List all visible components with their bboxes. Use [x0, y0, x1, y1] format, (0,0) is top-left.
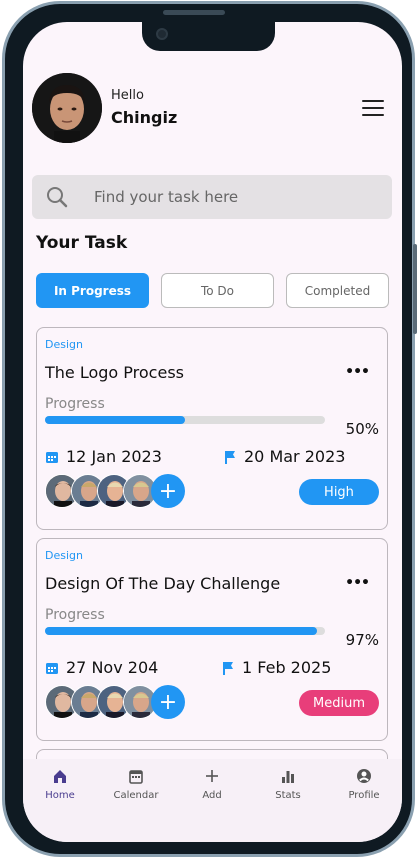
nav-label: Add — [202, 790, 222, 801]
priority-badge: Medium — [299, 690, 379, 716]
avatar[interactable] — [32, 73, 102, 143]
section-title: Your Task — [36, 233, 128, 253]
progress-percent: 97% — [345, 631, 379, 649]
greeting-text: Hello — [111, 88, 144, 103]
speaker-grille — [163, 10, 225, 15]
start-date-text: 27 Nov 204 — [66, 658, 159, 677]
add-assignee-button[interactable]: + — [151, 685, 185, 719]
progress-label: Progress — [45, 396, 105, 412]
progress-fill — [45, 416, 185, 424]
menu-icon[interactable] — [362, 100, 384, 116]
tab-completed[interactable]: Completed — [286, 273, 389, 308]
task-category: Design — [45, 549, 83, 562]
progress-label: Progress — [45, 607, 105, 623]
nav-home[interactable]: Home — [30, 768, 90, 801]
end-date-text: 1 Feb 2025 — [242, 658, 332, 677]
flag-icon — [225, 450, 235, 464]
calendar-icon — [129, 770, 143, 784]
tab-in-progress[interactable]: In Progress — [36, 273, 149, 308]
more-options-icon[interactable]: ••• — [345, 364, 370, 380]
side-button — [413, 244, 417, 334]
nav-label: Profile — [348, 790, 380, 801]
progress-percent: 50% — [345, 420, 379, 438]
progress-bar — [45, 416, 325, 424]
nav-label: Home — [45, 790, 75, 801]
start-date-text: 12 Jan 2023 — [66, 447, 162, 466]
nav-label: Stats — [275, 790, 301, 801]
end-date: 1 Feb 2025 — [221, 658, 331, 677]
priority-badge: High — [299, 479, 379, 505]
task-category: Design — [45, 338, 83, 351]
end-date: 20 Mar 2023 — [223, 447, 345, 466]
assignee-avatars: + — [45, 685, 205, 720]
flag-icon — [223, 661, 233, 675]
progress-bar — [45, 627, 325, 635]
task-title: The Logo Process — [45, 363, 184, 382]
calendar-icon — [46, 451, 58, 463]
calendar-icon — [46, 662, 58, 674]
start-date: 27 Nov 204 — [45, 658, 158, 677]
task-card[interactable]: Design The Logo Process ••• Progress 50%… — [36, 327, 388, 530]
progress-fill — [45, 627, 317, 635]
stats-icon — [282, 771, 294, 783]
bottom-navigation: Home Calendar Add Stats Profile — [23, 759, 402, 842]
nav-profile[interactable]: Profile — [334, 768, 394, 801]
app-screen: Hello Chingiz Find your task here Your T… — [23, 22, 402, 842]
nav-add[interactable]: Add — [182, 768, 242, 801]
add-icon — [206, 770, 218, 782]
start-date: 12 Jan 2023 — [45, 447, 162, 466]
task-card[interactable]: Design Design Of The Day Challenge ••• P… — [36, 538, 388, 741]
task-title: Design Of The Day Challenge — [45, 574, 281, 593]
end-date-text: 20 Mar 2023 — [244, 447, 346, 466]
nav-label: Calendar — [113, 790, 159, 801]
phone-frame: Hello Chingiz Find your task here Your T… — [2, 1, 417, 857]
more-options-icon[interactable]: ••• — [345, 575, 370, 591]
nav-stats[interactable]: Stats — [258, 768, 318, 801]
assignee-avatars: + — [45, 474, 205, 509]
camera-icon — [156, 28, 168, 40]
nav-calendar[interactable]: Calendar — [106, 768, 166, 801]
search-input[interactable]: Find your task here — [32, 175, 392, 219]
tab-to-do[interactable]: To Do — [161, 273, 274, 308]
notch — [142, 22, 275, 51]
home-icon — [54, 770, 66, 783]
add-assignee-button[interactable]: + — [151, 474, 185, 508]
profile-icon — [357, 769, 371, 783]
username: Chingiz — [111, 108, 178, 127]
search-icon — [47, 187, 68, 208]
search-placeholder: Find your task here — [94, 188, 239, 206]
